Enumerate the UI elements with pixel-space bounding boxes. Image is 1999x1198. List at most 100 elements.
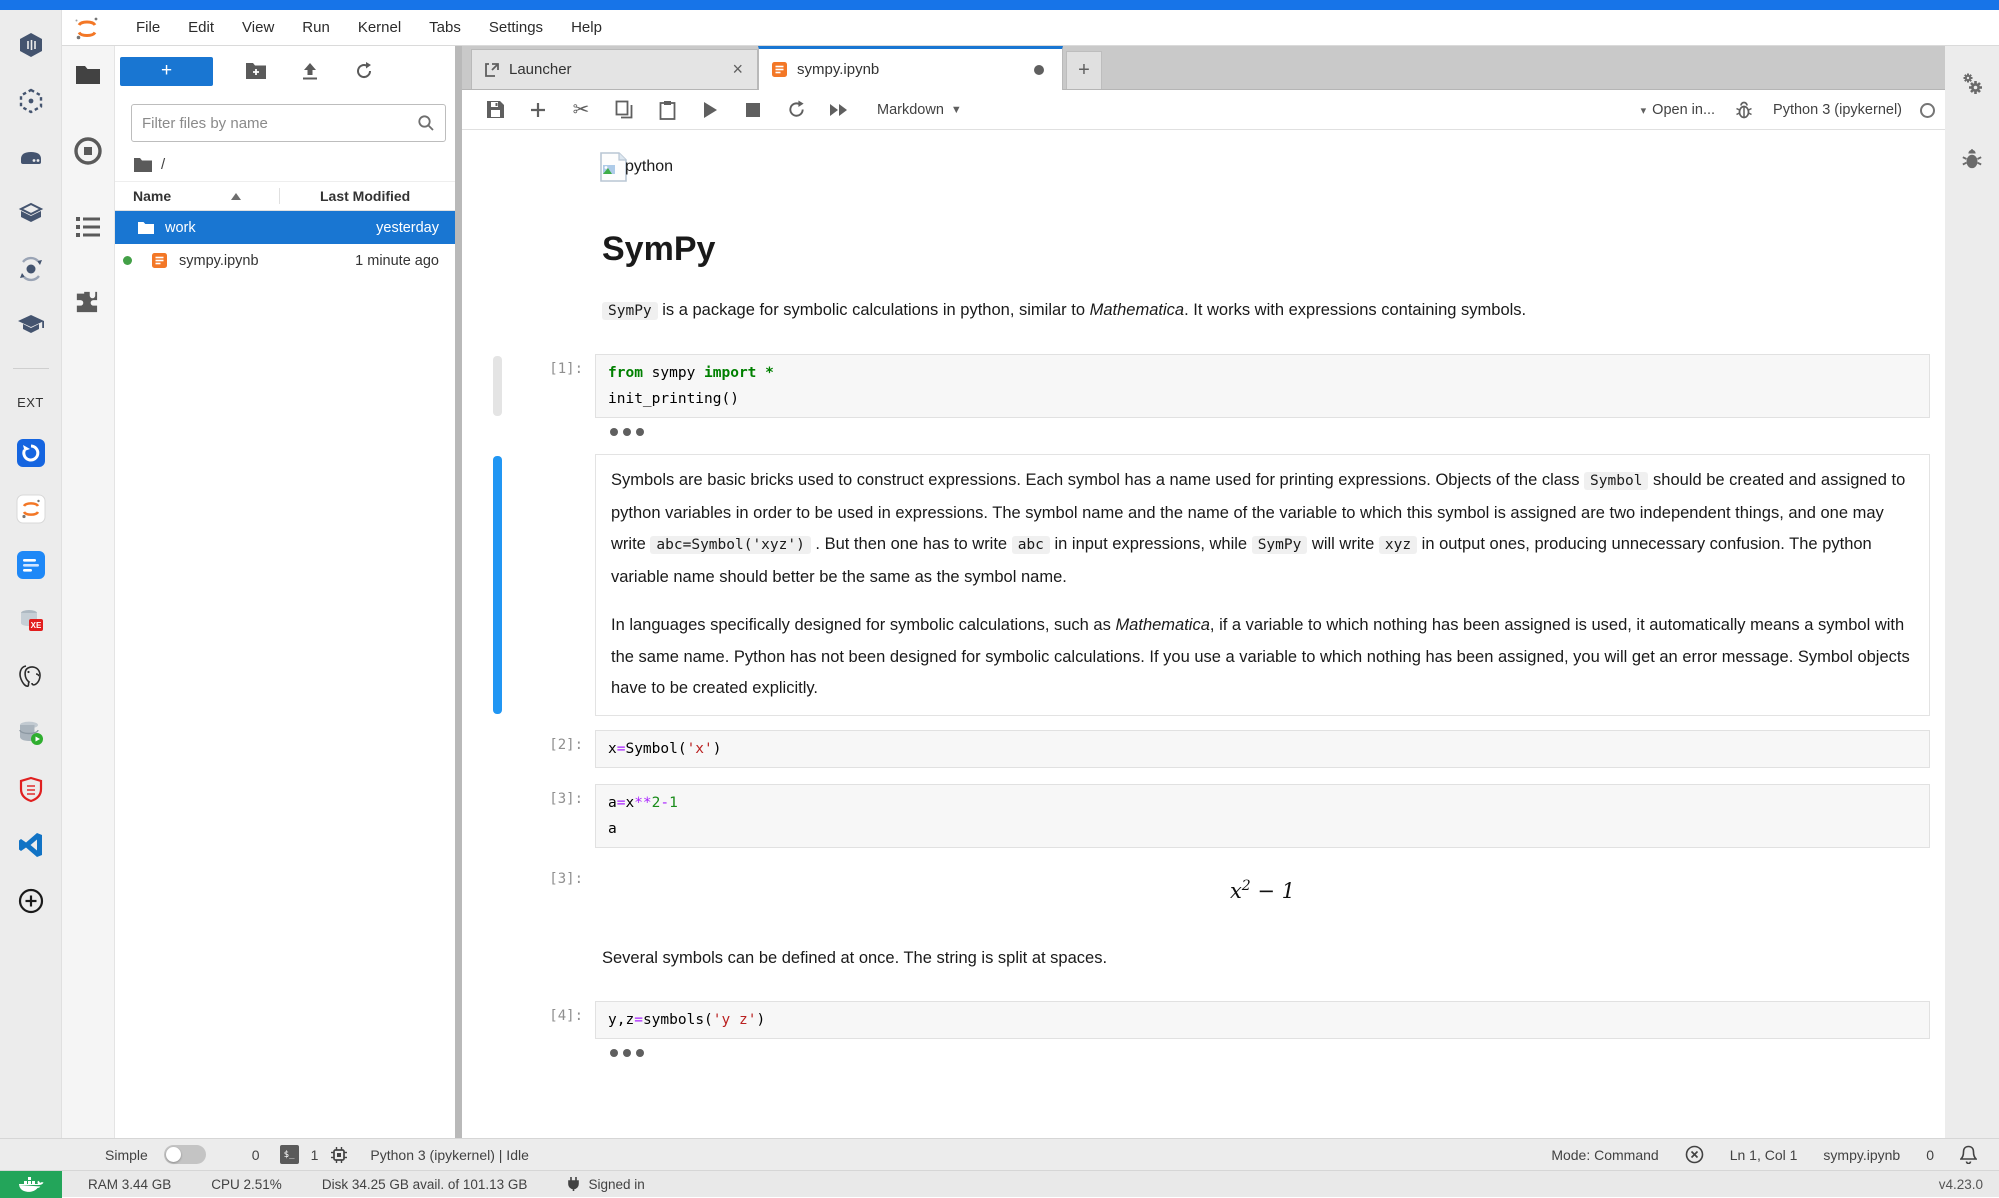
menu-tabs[interactable]: Tabs	[415, 19, 475, 36]
table-of-contents-icon[interactable]	[73, 212, 103, 242]
shield-x-icon[interactable]	[1685, 1145, 1704, 1164]
kernels-count[interactable]: 1	[311, 1147, 319, 1163]
menu-kernel[interactable]: Kernel	[344, 19, 415, 36]
kernel-status-idle-icon[interactable]	[1920, 103, 1935, 118]
active-file-name[interactable]: sympy.ipynb	[1823, 1147, 1900, 1163]
code-cell[interactable]: [2]:x=Symbol('x')	[462, 730, 1945, 768]
fast-forward-icon[interactable]	[828, 99, 850, 121]
logs-extension-icon[interactable]	[14, 548, 48, 582]
column-name-header[interactable]: Name	[133, 188, 171, 204]
paste-icon[interactable]	[656, 99, 678, 121]
command-mode-indicator[interactable]: Mode: Command	[1551, 1147, 1658, 1163]
signed-in-status[interactable]: Signed in	[567, 1176, 644, 1192]
debugger-bug-icon[interactable]	[1959, 146, 1985, 172]
home-folder-icon[interactable]	[133, 157, 153, 173]
new-launcher-button[interactable]: +	[120, 57, 213, 86]
new-folder-icon[interactable]	[245, 60, 267, 82]
vscode-extension-icon[interactable]	[14, 828, 48, 862]
code-cell[interactable]: [3]:a=x**2-1a	[462, 784, 1945, 848]
folder-icon[interactable]	[73, 60, 103, 90]
new-tab-button[interactable]: +	[1066, 51, 1102, 89]
collapsed-output-icon[interactable]	[610, 428, 1945, 436]
code-editor[interactable]: from sympy import *init_printing()	[595, 354, 1930, 418]
add-cell-icon[interactable]	[527, 99, 549, 121]
terminals-count[interactable]: 0	[252, 1147, 260, 1163]
cut-icon[interactable]: ✂	[570, 99, 592, 121]
docker-whale-icon[interactable]	[0, 1171, 62, 1198]
volumes-icon[interactable]	[14, 140, 48, 174]
code-editor[interactable]: a=x**2-1a	[595, 784, 1930, 848]
menu-edit[interactable]: Edit	[174, 19, 228, 36]
cell-collapser[interactable]	[493, 356, 502, 416]
notifications-count[interactable]: 0	[1926, 1147, 1934, 1163]
containers-icon[interactable]	[14, 28, 48, 62]
refresh-icon[interactable]	[353, 60, 375, 82]
open-in-dropdown[interactable]: ▾ Open in...	[1641, 102, 1715, 118]
window-accent-bar	[0, 0, 1999, 10]
bell-icon[interactable]	[1960, 1145, 1977, 1164]
copy-icon[interactable]	[613, 99, 635, 121]
inline-code: SymPy	[602, 302, 658, 320]
code-editor[interactable]: y,z=symbols('y z')	[595, 1001, 1930, 1039]
notebook-heading[interactable]: SymPy	[602, 230, 1945, 269]
running-kernels-icon[interactable]	[73, 136, 103, 166]
code-cell[interactable]: [1]:from sympy import *init_printing()	[462, 354, 1945, 418]
postgresql-extension-icon[interactable]	[14, 660, 48, 694]
sort-ascending-icon[interactable]	[231, 193, 241, 200]
breadcrumb-root[interactable]: /	[161, 156, 165, 173]
tab-sympy-ipynb[interactable]: sympy.ipynb	[758, 46, 1063, 90]
kernel-chip-icon	[330, 1146, 348, 1164]
markdown-text: Several symbols can be defined at once. …	[602, 949, 1107, 967]
column-modified-header[interactable]: Last Modified	[279, 188, 455, 204]
extensions-puzzle-icon[interactable]	[73, 288, 103, 318]
notebook-content: pythonSymPySymPy is a package for symbol…	[462, 130, 1945, 1138]
close-icon[interactable]: ×	[730, 59, 745, 80]
dev-environments-icon[interactable]	[14, 252, 48, 286]
database-run-extension-icon[interactable]	[14, 716, 48, 750]
collapsed-output-icon[interactable]	[610, 1049, 1945, 1057]
file-row-work[interactable]: work yesterday	[115, 211, 455, 244]
menu-run[interactable]: Run	[288, 19, 344, 36]
markdown-text: In languages specifically designed for s…	[611, 616, 1115, 634]
circular-arrows-extension-icon[interactable]	[14, 436, 48, 470]
run-icon[interactable]	[699, 99, 721, 121]
kernel-name-button[interactable]: Python 3 (ipykernel)	[1773, 102, 1902, 118]
code-editor[interactable]: x=Symbol('x')	[595, 730, 1930, 768]
selected-markdown-cell[interactable]: Symbols are basic bricks used to constru…	[462, 454, 1945, 716]
save-icon[interactable]	[484, 99, 506, 121]
cell-collapser[interactable]	[493, 456, 502, 714]
learning-center-icon[interactable]	[14, 308, 48, 342]
unsaved-changes-dot[interactable]	[1034, 65, 1044, 75]
file-row-sympy-ipynb[interactable]: sympy.ipynb 1 minute ago	[115, 244, 455, 277]
restart-kernel-icon[interactable]	[785, 99, 807, 121]
cell-type-dropdown[interactable]: Markdown ▼	[877, 102, 962, 118]
markdown-cell[interactable]: Several symbols can be defined at once. …	[602, 945, 1875, 971]
red-shield-extension-icon[interactable]	[14, 772, 48, 806]
debugger-bug-icon[interactable]	[1733, 99, 1755, 121]
property-inspector-gears-icon[interactable]	[1959, 72, 1985, 98]
docker-status-bar: RAM 3.44 GB CPU 2.51% Disk 34.25 GB avai…	[0, 1170, 1999, 1197]
menu-view[interactable]: View	[228, 19, 288, 36]
panel-splitter[interactable]	[455, 46, 462, 1138]
kernel-status-text[interactable]: Python 3 (ipykernel) | Idle	[370, 1147, 529, 1163]
menu-help[interactable]: Help	[557, 19, 616, 36]
inline-code: SymPy	[1252, 536, 1308, 554]
filter-files-input[interactable]	[142, 115, 417, 132]
tab-launcher[interactable]: Launcher ×	[471, 49, 758, 89]
images-icon[interactable]	[14, 84, 48, 118]
menu-settings[interactable]: Settings	[475, 19, 557, 36]
oracle-xe-extension-icon[interactable]: XE	[14, 604, 48, 638]
stop-icon[interactable]	[742, 99, 764, 121]
jupyter-extension-icon[interactable]	[14, 492, 48, 526]
builds-icon[interactable]	[14, 196, 48, 230]
menu-file[interactable]: File	[122, 19, 174, 36]
emphasis-text: Mathematica	[1115, 616, 1209, 634]
simple-mode-toggle[interactable]	[164, 1145, 206, 1164]
code-cell[interactable]: [4]:y,z=symbols('y z')	[462, 1001, 1945, 1039]
upload-icon[interactable]	[299, 60, 321, 82]
add-extension-icon[interactable]	[14, 884, 48, 918]
markdown-cell-body[interactable]: Symbols are basic bricks used to constru…	[595, 454, 1930, 716]
broken-image-cell[interactable]: python	[602, 152, 1945, 182]
cursor-position[interactable]: Ln 1, Col 1	[1730, 1147, 1798, 1163]
markdown-cell[interactable]: SymPy is a package for symbolic calculat…	[602, 297, 1875, 324]
